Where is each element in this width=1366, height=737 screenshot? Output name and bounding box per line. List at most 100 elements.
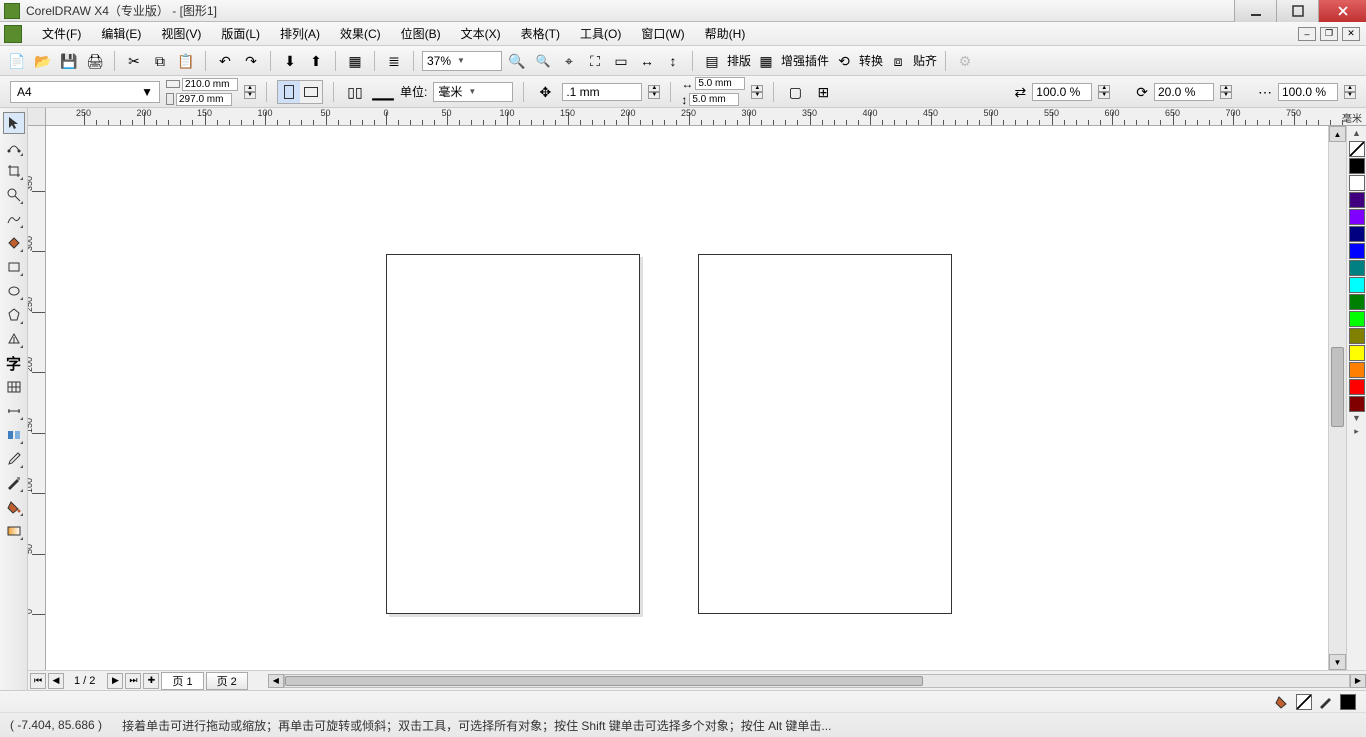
page-sort-button[interactable]: ▁▁ xyxy=(372,81,394,103)
scroll-up-button[interactable]: ▲ xyxy=(1329,126,1346,142)
swatch-008080[interactable] xyxy=(1349,260,1365,276)
swatch-0000FF[interactable] xyxy=(1349,243,1365,259)
drawing-canvas[interactable] xyxy=(46,126,1328,670)
swatch-FF0000[interactable] xyxy=(1349,379,1365,395)
scroll-down-button[interactable]: ▼ xyxy=(1329,654,1346,670)
menu-版面[interactable]: 版面(L) xyxy=(211,22,270,45)
page-tab-1[interactable]: 页 1 xyxy=(161,672,203,690)
swatch-none[interactable] xyxy=(1349,141,1365,157)
dimension-tool[interactable] xyxy=(3,400,25,422)
page-size-combo[interactable]: A4▼ xyxy=(10,81,160,103)
scroll-left-button[interactable]: ◀ xyxy=(268,674,284,688)
page-tab-2[interactable]: 页 2 xyxy=(206,672,248,690)
first-page-button[interactable]: ⏮ xyxy=(30,673,46,689)
palette-up-button[interactable]: ▲ xyxy=(1349,128,1365,140)
dup-up[interactable]: ▲ xyxy=(751,85,763,92)
swatch-00FFFF[interactable] xyxy=(1349,277,1365,293)
page-height-input[interactable] xyxy=(176,93,232,106)
print-button[interactable]: 🖨 xyxy=(84,50,106,72)
swatch-FFFFFF[interactable] xyxy=(1349,175,1365,191)
portrait-button[interactable] xyxy=(278,81,300,103)
zoom-out-button[interactable]: 🔍 xyxy=(532,50,554,72)
close-button[interactable] xyxy=(1318,0,1366,22)
zoom-combo[interactable]: 37%▼ xyxy=(422,51,502,71)
app-launcher-button[interactable]: ▦ xyxy=(344,50,366,72)
paste-button[interactable]: 📋 xyxy=(175,50,197,72)
outline-tool[interactable] xyxy=(3,472,25,494)
import-button[interactable]: ⬇ xyxy=(279,50,301,72)
swatch-008000[interactable] xyxy=(1349,294,1365,310)
nudge-up[interactable]: ▲ xyxy=(648,85,660,92)
basic-shapes-tool[interactable] xyxy=(3,328,25,350)
interactive-tool[interactable] xyxy=(3,424,25,446)
transform-icon[interactable]: ⟲ xyxy=(833,50,855,72)
horizontal-scrollbar[interactable]: ◀ ▶ xyxy=(268,674,1366,688)
vertical-ruler[interactable]: 350300250200150100500 xyxy=(28,126,46,670)
treat-as-filled-button[interactable]: ▢ xyxy=(784,81,806,103)
menu-位图[interactable]: 位图(B) xyxy=(391,22,451,45)
swatch-00FF00[interactable] xyxy=(1349,311,1365,327)
snap-icon[interactable]: ⧈ xyxy=(887,50,909,72)
ellipse-tool[interactable] xyxy=(3,280,25,302)
dup-x-input[interactable] xyxy=(695,77,745,90)
landscape-button[interactable] xyxy=(300,81,322,103)
menu-帮助[interactable]: 帮助(H) xyxy=(695,22,756,45)
swatch-FFFF00[interactable] xyxy=(1349,345,1365,361)
swatch-000000[interactable] xyxy=(1349,158,1365,174)
mdi-minimize-button[interactable]: – xyxy=(1298,27,1316,41)
menu-编辑[interactable]: 编辑(E) xyxy=(91,22,151,45)
ruler-origin[interactable] xyxy=(28,108,46,126)
rectangle-tool[interactable] xyxy=(3,256,25,278)
menu-视图[interactable]: 视图(V) xyxy=(151,22,211,45)
dim-down-button[interactable]: ▼ xyxy=(244,92,256,99)
interactive-fill-tool[interactable] xyxy=(3,520,25,542)
vertical-scrollbar[interactable]: ▲ ▼ xyxy=(1328,126,1346,670)
zoom-selection-button[interactable]: ⌖ xyxy=(558,50,580,72)
save-button[interactable]: 💾 xyxy=(58,50,80,72)
swatch-FF8000[interactable] xyxy=(1349,362,1365,378)
table-tool[interactable] xyxy=(3,376,25,398)
fill-tool[interactable] xyxy=(3,496,25,518)
hscroll-thumb[interactable] xyxy=(285,676,924,686)
zoom-tool[interactable] xyxy=(3,184,25,206)
nudge-down[interactable]: ▼ xyxy=(648,92,660,99)
welcome-button[interactable]: ≣ xyxy=(383,50,405,72)
pct3-input[interactable]: 100.0 % xyxy=(1278,83,1338,101)
crop-tool[interactable] xyxy=(3,160,25,182)
polygon-tool[interactable] xyxy=(3,304,25,326)
maximize-button[interactable] xyxy=(1276,0,1318,22)
menu-排列[interactable]: 排列(A) xyxy=(270,22,330,45)
dim-up-button[interactable]: ▲ xyxy=(244,85,256,92)
palette-expand-button[interactable]: ▸ xyxy=(1349,426,1365,438)
scroll-right-button[interactable]: ▶ xyxy=(1350,674,1366,688)
add-page-button[interactable]: ✚ xyxy=(143,673,159,689)
swatch-808000[interactable] xyxy=(1349,328,1365,344)
zoom-height-button[interactable]: ↕ xyxy=(662,50,684,72)
redo-button[interactable]: ↷ xyxy=(240,50,262,72)
units-combo[interactable]: 毫米▼ xyxy=(433,82,513,102)
next-page-button[interactable]: ▶ xyxy=(107,673,123,689)
menu-效果[interactable]: 效果(C) xyxy=(330,22,391,45)
enhance-icon[interactable]: ▦ xyxy=(755,50,777,72)
snap-to-button[interactable]: ⊞ xyxy=(812,81,834,103)
menu-表格[interactable]: 表格(T) xyxy=(511,22,570,45)
page-2-rect[interactable] xyxy=(698,254,952,614)
swatch-400080[interactable] xyxy=(1349,192,1365,208)
zoom-width-button[interactable]: ↔ xyxy=(636,50,658,72)
pct1-input[interactable]: 100.0 % xyxy=(1032,83,1092,101)
layout-icon[interactable]: ▤ xyxy=(701,50,723,72)
swatch-000080[interactable] xyxy=(1349,226,1365,242)
open-button[interactable]: 📂 xyxy=(32,50,54,72)
copy-button[interactable]: ⧉ xyxy=(149,50,171,72)
pick-tool[interactable] xyxy=(3,112,25,134)
menu-文件[interactable]: 文件(F) xyxy=(32,22,91,45)
minimize-button[interactable] xyxy=(1234,0,1276,22)
palette-down-button[interactable]: ▼ xyxy=(1349,413,1365,425)
nudge-input[interactable]: .1 mm xyxy=(562,83,642,101)
zoom-page-button[interactable]: ▭ xyxy=(610,50,632,72)
facing-pages-button[interactable]: ▯▯ xyxy=(344,81,366,103)
page-1-rect[interactable] xyxy=(386,254,640,614)
dup-y-input[interactable] xyxy=(689,93,739,106)
options-button[interactable]: ⚙ xyxy=(954,50,976,72)
undo-button[interactable]: ↶ xyxy=(214,50,236,72)
